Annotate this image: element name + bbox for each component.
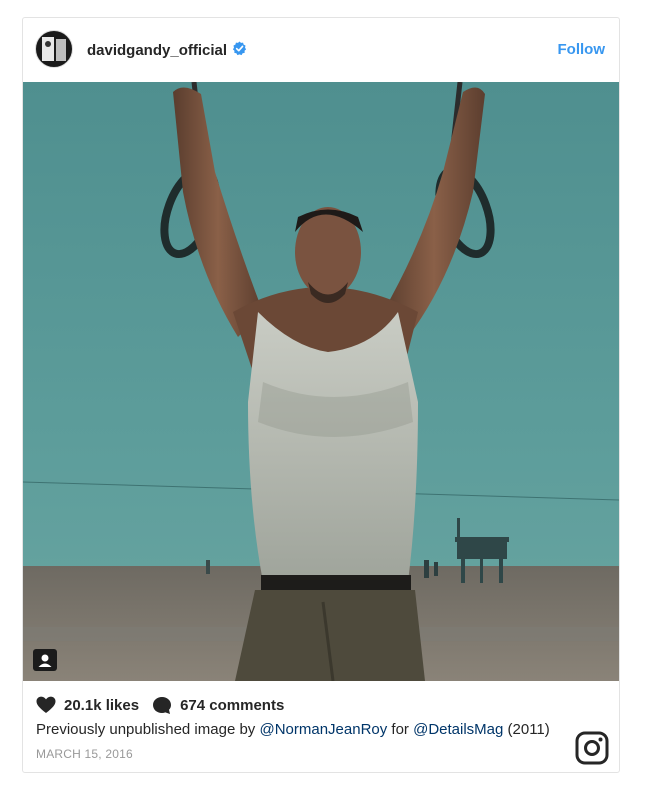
instagram-logo-icon[interactable] <box>575 731 609 765</box>
comment-bubble-icon <box>153 696 172 714</box>
post-footer: 20.1k likes 674 comments Previously unpu… <box>23 681 619 772</box>
comments-stat[interactable]: 674 comments <box>152 696 284 715</box>
post-header: davidgandy_official Follow <box>23 18 619 82</box>
username[interactable]: davidgandy_official <box>87 42 227 59</box>
caption-text: for <box>387 721 414 738</box>
verified-badge-icon <box>232 41 247 56</box>
comments-count: 674 comments <box>180 696 285 714</box>
caption-text: (2011) <box>503 721 550 738</box>
photo-illustration <box>23 82 619 681</box>
mention-link[interactable]: @NormanJeanRoy <box>259 721 387 738</box>
likes-count: 20.1k likes <box>64 696 140 714</box>
post-date[interactable]: MARCH 15, 2016 <box>36 747 133 761</box>
engagement-stats: 20.1k likes 674 comments <box>36 695 284 715</box>
post-caption: Previously unpublished image by @NormanJ… <box>36 721 550 738</box>
mention-link[interactable]: @DetailsMag <box>413 721 503 738</box>
caption-text: Previously unpublished image by <box>36 721 260 738</box>
avatar[interactable] <box>35 30 73 68</box>
likes-stat[interactable]: 20.1k likes <box>36 696 139 714</box>
heart-icon <box>36 696 56 713</box>
instagram-embed-card: davidgandy_official Follow 20.1k likes 6… <box>22 17 620 773</box>
follow-button[interactable]: Follow <box>558 41 606 58</box>
person-tag-icon[interactable] <box>33 649 57 671</box>
post-photo[interactable] <box>23 82 619 681</box>
